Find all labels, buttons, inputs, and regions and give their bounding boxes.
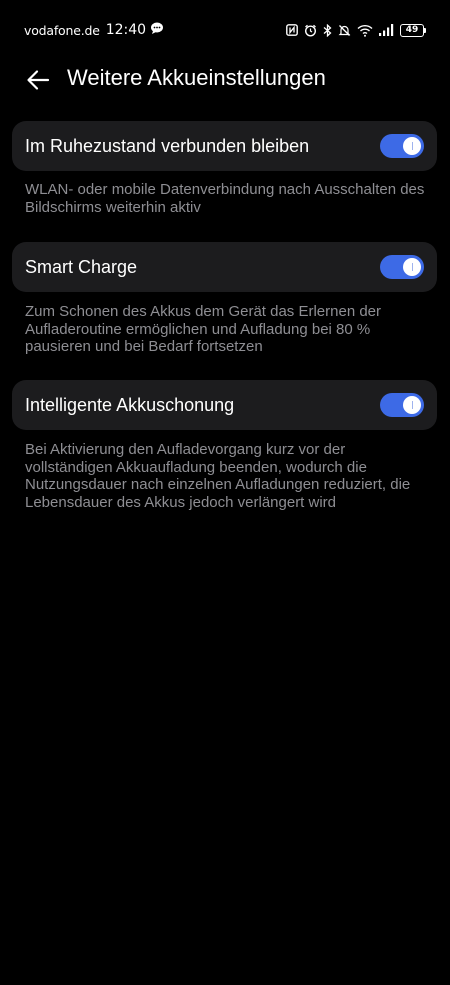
arrow-left-icon xyxy=(27,70,50,90)
setting-label: Intelligente Akkuschonung xyxy=(25,394,235,415)
stay-connected-toggle[interactable] xyxy=(380,134,424,158)
chat-bubble-icon xyxy=(150,21,164,39)
battery-protection-toggle[interactable] xyxy=(380,393,424,417)
setting-label: Im Ruhezustand verbunden bleiben xyxy=(25,135,310,156)
setting-card-smart-charge[interactable]: Smart Charge xyxy=(12,242,437,292)
alarm-icon xyxy=(304,24,317,37)
signal-icon xyxy=(379,24,394,36)
toggle-knob xyxy=(403,258,421,276)
status-left: vodafone.de 12:40 xyxy=(24,21,164,39)
setting-card-stay-connected[interactable]: Im Ruhezustand verbunden bleiben xyxy=(12,121,437,171)
toggle-knob xyxy=(403,137,421,155)
page-header: Weitere Akkueinstellungen xyxy=(0,60,450,100)
status-right: 49 xyxy=(286,23,426,37)
smart-charge-toggle[interactable] xyxy=(380,255,424,279)
setting-label: Smart Charge xyxy=(25,256,138,277)
carrier-name: vodafone.de xyxy=(24,22,100,38)
battery-tip xyxy=(424,27,426,33)
back-button[interactable] xyxy=(22,64,54,96)
setting-card-battery-protection[interactable]: Intelligente Akkuschonung xyxy=(12,380,437,430)
status-bar: vodafone.de 12:40 49 xyxy=(0,0,450,60)
clock: 12:40 xyxy=(105,22,147,38)
bluetooth-icon xyxy=(323,23,332,37)
nfc-icon xyxy=(286,24,298,36)
setting-description: Zum Schonen des Akkus dem Gerät das Erle… xyxy=(25,303,382,355)
mute-icon xyxy=(338,24,351,37)
wifi-icon xyxy=(357,24,373,37)
toggle-knob xyxy=(403,396,421,414)
page-title: Weitere Akkueinstellungen xyxy=(67,65,326,90)
battery-icon: 49 xyxy=(400,23,426,37)
setting-description: Bei Aktivierung den Aufladevorgang kurz … xyxy=(25,441,411,511)
setting-description: WLAN- oder mobile Datenverbindung nach A… xyxy=(25,181,425,216)
battery-level: 49 xyxy=(400,23,424,37)
